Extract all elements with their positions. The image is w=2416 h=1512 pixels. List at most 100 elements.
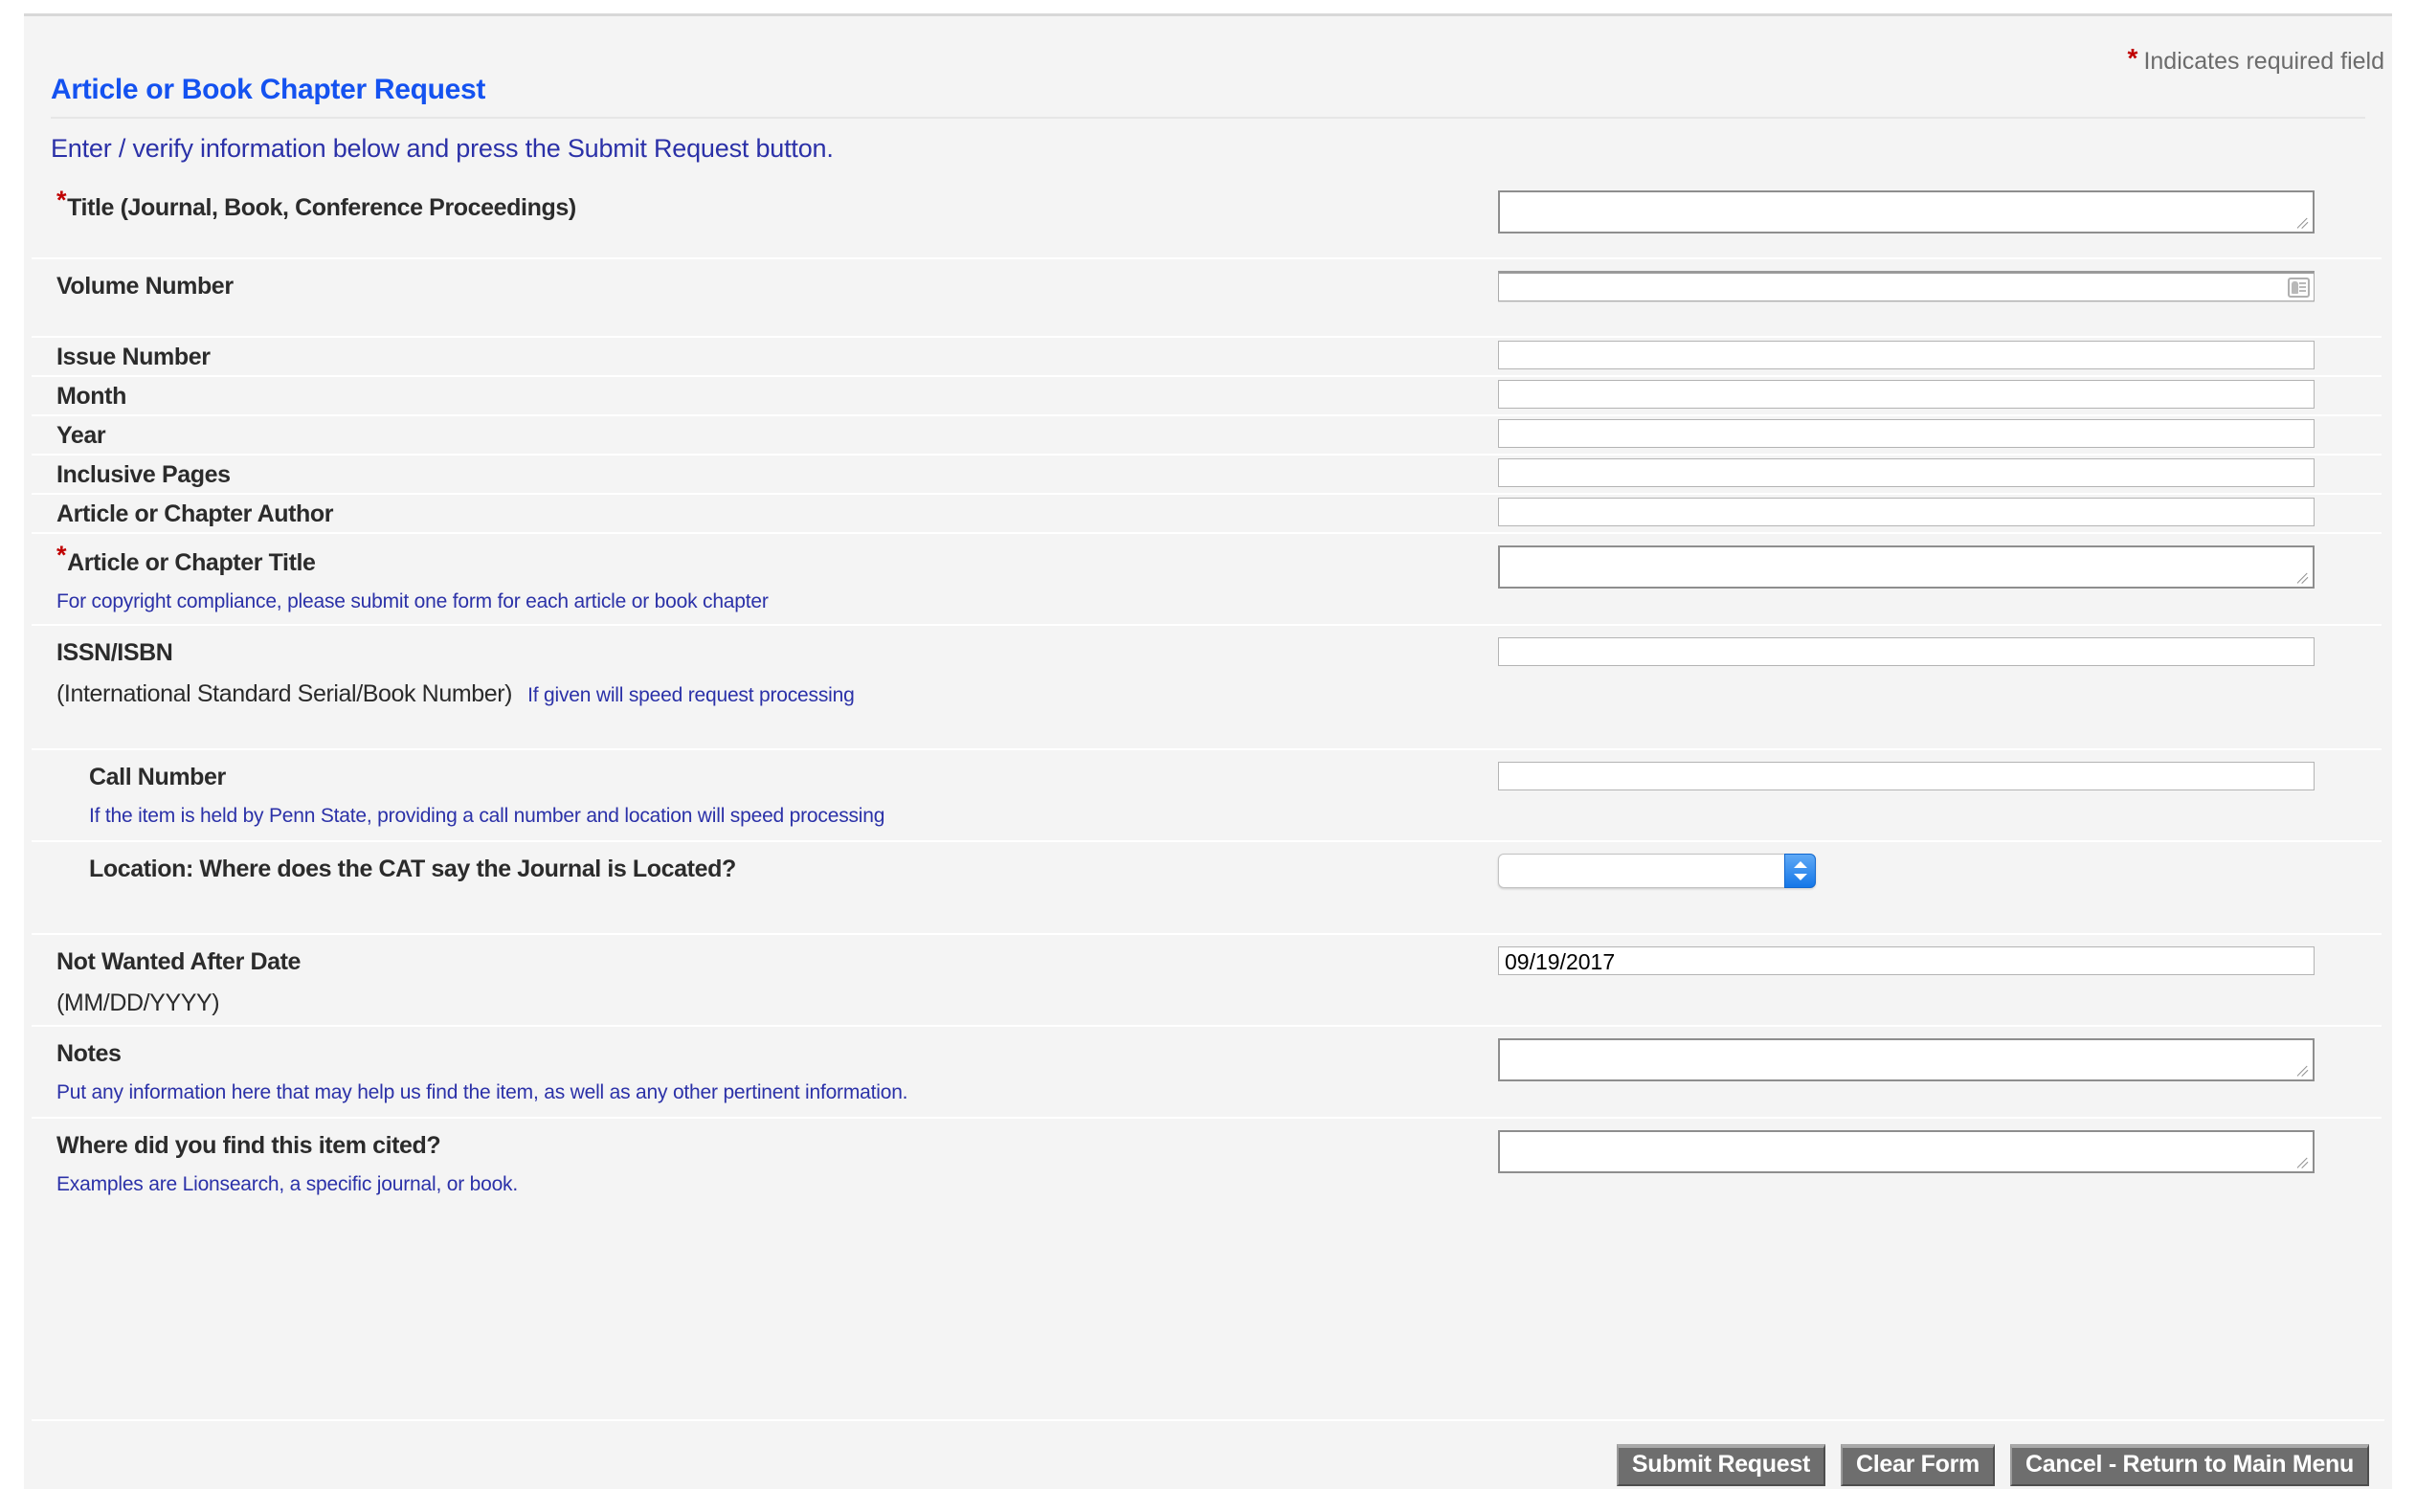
field-label: ISSN/ISBN <box>56 639 1473 667</box>
resize-grip-icon[interactable] <box>2297 1065 2311 1078</box>
field-label-text: Article or Chapter Title <box>67 549 316 576</box>
form-row: Year <box>32 414 2382 454</box>
form-row-label-group: Call Number If the item is held by Penn S… <box>89 764 1506 828</box>
field-textarea[interactable] <box>1498 190 2315 233</box>
form-row: Month <box>32 375 2382 414</box>
field-text-input[interactable]: 09/19/2017 <box>1498 946 2315 975</box>
field-text-input[interactable] <box>1498 419 2315 448</box>
field-text-input[interactable] <box>1498 637 2315 666</box>
field-textarea[interactable] <box>1498 1130 2315 1173</box>
field-label-text: ISSN/ISBN <box>56 639 173 666</box>
field-label-text: Location: Where does the CAT say the Jou… <box>89 856 736 882</box>
resize-grip-icon[interactable] <box>2297 217 2311 231</box>
field-sublabel-text: (International Standard Serial/Book Numb… <box>56 680 513 707</box>
field-label-text: Call Number <box>89 764 226 790</box>
field-hint: Put any information here that may help u… <box>56 1081 908 1103</box>
field-label: Article or Chapter Author <box>56 500 1473 528</box>
field-label-text: Year <box>56 422 106 449</box>
field-textarea[interactable] <box>1498 545 2315 589</box>
field-label: Month <box>56 383 1473 411</box>
form-row-label-group: *Title (Journal, Book, Conference Procee… <box>56 186 1473 222</box>
field-label: Year <box>56 422 1473 450</box>
form-row-control-group <box>1498 271 2315 301</box>
form-row-control-group <box>1498 637 2315 666</box>
form-row-control-group <box>1498 419 2315 448</box>
form-row-label-group: Where did you find this item cited? Examp… <box>56 1132 1473 1196</box>
field-inline-hint: If given will speed request processing <box>527 684 855 706</box>
field-label-text: Inclusive Pages <box>56 461 231 488</box>
page-subtitle: Enter / verify information below and pre… <box>51 134 834 163</box>
form-row: Volume Number <box>32 257 2382 336</box>
field-label: Location: Where does the CAT say the Jou… <box>89 856 1506 883</box>
field-hint: If the item is held by Penn State, provi… <box>89 805 885 827</box>
form-row-label-group: Not Wanted After Date (MM/DD/YYYY) <box>56 948 1473 1017</box>
location-select[interactable] <box>1498 854 1816 888</box>
field-label-text: Notes <box>56 1040 122 1067</box>
field-label-text: Volume Number <box>56 273 234 300</box>
form-page: * Indicates required field Article or Boo… <box>24 13 2392 1489</box>
form-row: Location: Where does the CAT say the Jou… <box>32 840 2382 933</box>
resize-grip-icon[interactable] <box>2297 572 2311 586</box>
form-row-label-group: Issue Number <box>56 344 1473 371</box>
form-row: Notes Put any information here that may h… <box>32 1025 2382 1117</box>
field-label-text: Title (Journal, Book, Conference Proceed… <box>67 194 576 221</box>
field-text-input[interactable] <box>1498 762 2315 790</box>
field-label: Issue Number <box>56 344 1473 371</box>
form-row-control-group <box>1498 1038 2315 1081</box>
form-row-control-group <box>1498 854 1816 888</box>
form-row-label-group: Month <box>56 383 1473 411</box>
form-row-label-group: Location: Where does the CAT say the Jou… <box>89 856 1506 883</box>
form-row-control-group <box>1498 545 2315 589</box>
form-row: Inclusive Pages <box>32 454 2382 493</box>
form-row-label-group: Volume Number <box>56 273 1473 300</box>
contact-card-icon[interactable] <box>2288 278 2310 298</box>
field-label-text: Article or Chapter Author <box>56 500 334 527</box>
form-row-control-group <box>1498 1130 2315 1173</box>
clear-form-button[interactable]: Clear Form <box>1841 1444 1995 1486</box>
required-field-note: * Indicates required field <box>2128 43 2384 76</box>
field-label: Where did you find this item cited? <box>56 1132 1473 1160</box>
field-sublabel-text: (MM/DD/YYYY) <box>56 989 220 1016</box>
field-label: *Title (Journal, Book, Conference Procee… <box>56 186 1473 222</box>
field-textarea[interactable] <box>1498 1038 2315 1081</box>
field-label: Notes <box>56 1040 1473 1068</box>
required-field-label: Indicates required field <box>2143 48 2384 75</box>
form-row: Call Number If the item is held by Penn S… <box>32 748 2382 840</box>
field-label: Inclusive Pages <box>56 461 1473 489</box>
field-hint: Examples are Lionsearch, a specific jour… <box>56 1173 518 1195</box>
field-text-input[interactable] <box>1498 458 2315 487</box>
field-label-text: Where did you find this item cited? <box>56 1132 441 1159</box>
form-row-label-group: Inclusive Pages <box>56 461 1473 489</box>
form-row: Issue Number <box>32 336 2382 375</box>
form-row-control-group <box>1498 190 2315 233</box>
field-label: Volume Number <box>56 273 1473 300</box>
cancel-return-main-menu-button[interactable]: Cancel - Return to Main Menu <box>2009 1444 2369 1486</box>
form-row-control-group <box>1498 380 2315 409</box>
resize-grip-icon[interactable] <box>2297 1157 2311 1170</box>
form-row-label-group: Article or Chapter Author <box>56 500 1473 528</box>
submit-request-button[interactable]: Submit Request <box>1616 1444 1825 1486</box>
form-row: *Title (Journal, Book, Conference Procee… <box>32 179 2382 257</box>
field-text-input[interactable] <box>1498 498 2315 526</box>
page-header: Article or Book Chapter Request Enter / … <box>51 74 2367 164</box>
field-label: *Article or Chapter Title <box>56 541 1473 577</box>
form-row-control-group: 09/19/2017 <box>1498 946 2315 975</box>
chevron-updown-icon[interactable] <box>1784 854 1816 888</box>
form-row: Where did you find this item cited? Examp… <box>32 1117 2382 1209</box>
field-label-text: Month <box>56 383 126 410</box>
form-row-control-group <box>1498 498 2315 526</box>
form-row-label-group: *Article or Chapter Title For copyright c… <box>56 541 1473 613</box>
required-asterisk-icon: * <box>2127 43 2138 73</box>
request-form: *Title (Journal, Book, Conference Procee… <box>32 179 2382 1209</box>
form-row-control-group <box>1498 762 2315 790</box>
form-row-control-group <box>1498 341 2315 369</box>
form-row-control-group <box>1498 458 2315 487</box>
field-label: Call Number <box>89 764 1506 791</box>
field-label-text: Issue Number <box>56 344 211 370</box>
field-text-input[interactable] <box>1498 341 2315 369</box>
field-label-text: Not Wanted After Date <box>56 948 302 975</box>
field-text-input[interactable] <box>1498 271 2315 301</box>
form-row: *Article or Chapter Title For copyright c… <box>32 532 2382 624</box>
field-text-input[interactable] <box>1498 380 2315 409</box>
form-row: Not Wanted After Date (MM/DD/YYYY) 09/19/2… <box>32 933 2382 1025</box>
